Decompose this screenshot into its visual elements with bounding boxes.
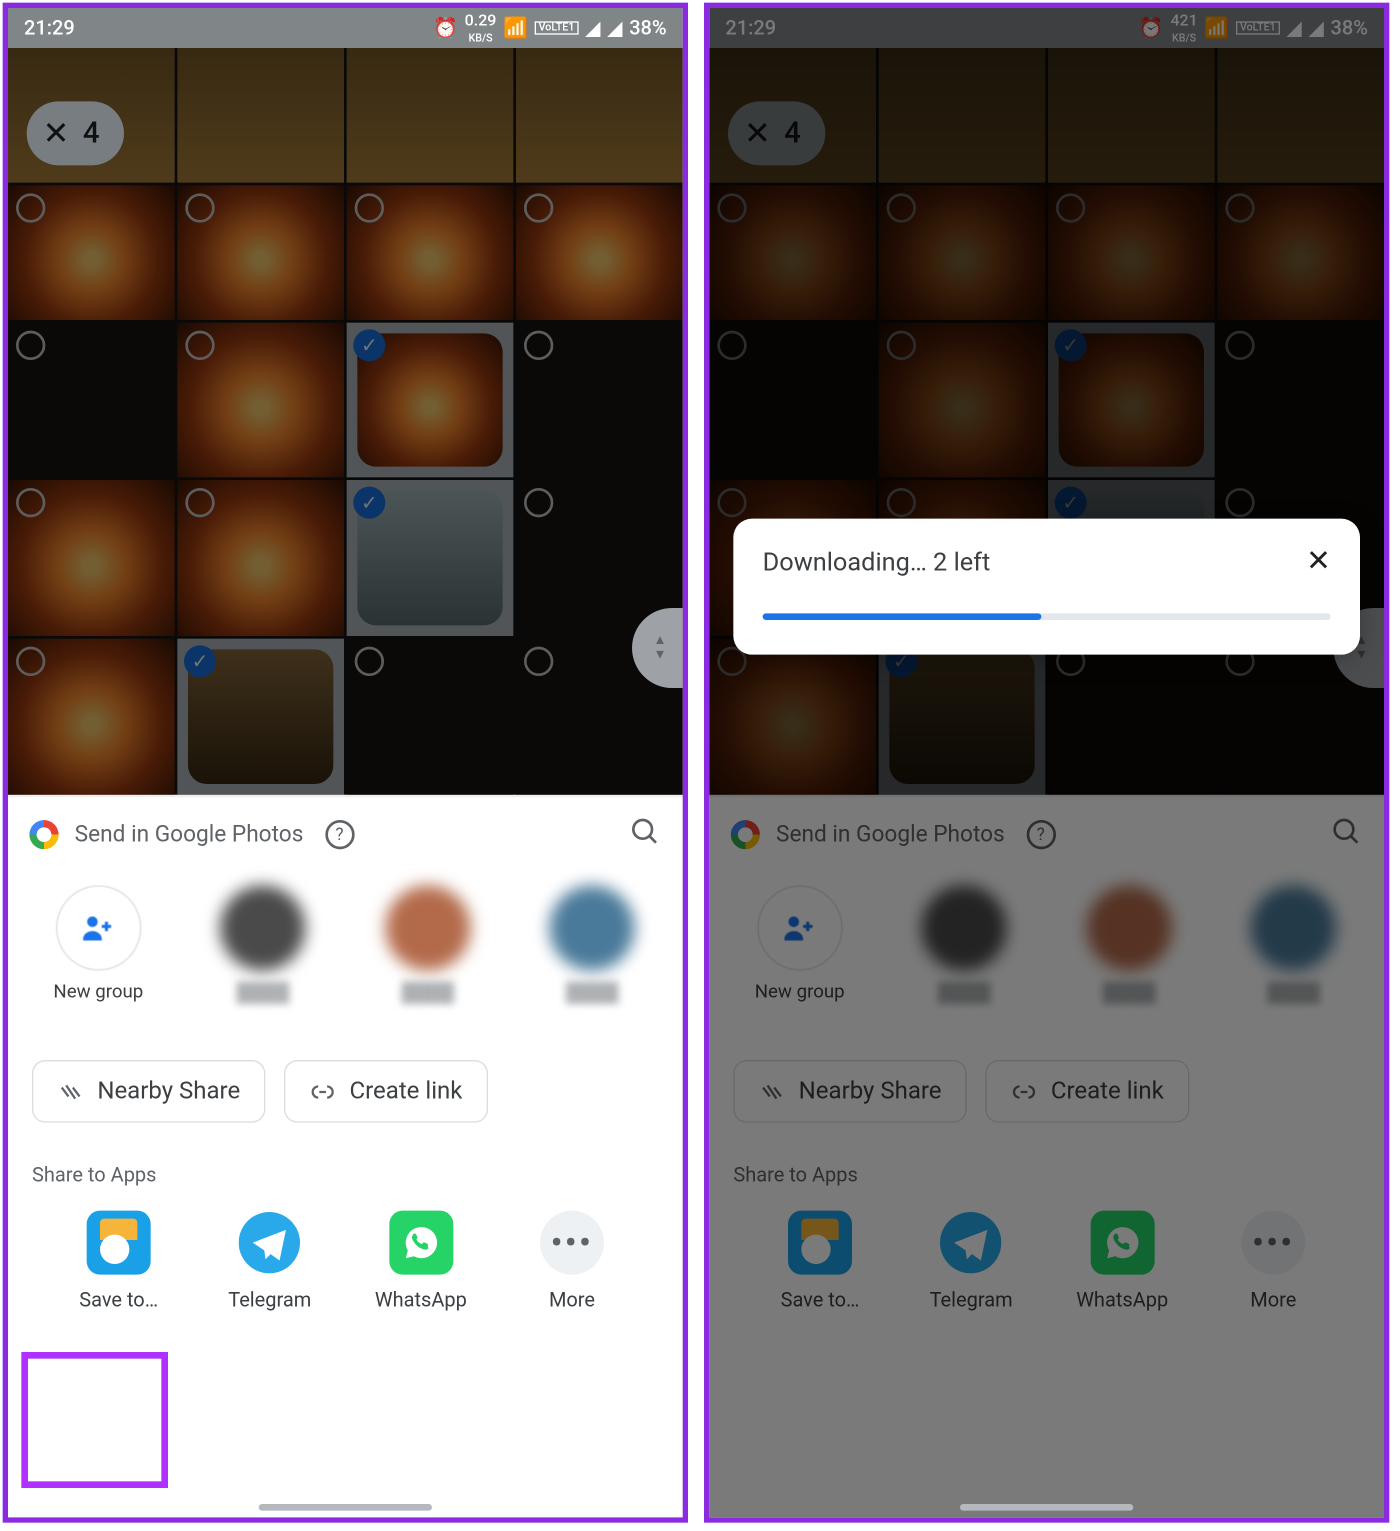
statusbar-time: 21:29 — [24, 16, 75, 40]
phone-left: 21:29 ⏰ 0.29KB/S 📶 VoLTE1 ◢ ◢ 38% ✓ — [3, 3, 688, 1523]
help-icon[interactable]: ? — [325, 820, 354, 849]
search-icon[interactable] — [629, 816, 661, 853]
volte-badge: VoLTE1 — [535, 21, 579, 34]
photo-grid-area: ✓ ✓ ✓ ✕ 4 ▲▼ — [8, 48, 683, 795]
share-apps-title: Share to Apps — [32, 1163, 659, 1187]
contact-item[interactable]: ████ — [197, 885, 330, 1004]
create-link-label: Create link — [350, 1077, 463, 1105]
home-indicator[interactable] — [259, 1504, 432, 1511]
modal-backdrop — [709, 8, 1384, 1517]
net-speed: 0.29KB/S — [465, 12, 497, 44]
nearby-share-label: Nearby Share — [97, 1077, 240, 1105]
progress-bar — [763, 613, 1331, 620]
phone-right: 21:29 ⏰ 421KB/S 📶 VoLTE1 ◢ ◢ 38% ✓ ✓ ✓ ✕… — [704, 3, 1389, 1523]
share-sheet: Send in Google Photos ? New group ████ █… — [8, 797, 683, 1517]
contacts-row: New group ████ ████ ████ — [8, 872, 683, 1004]
download-text: Downloading… 2 left — [763, 547, 991, 578]
close-icon[interactable]: ✕ — [43, 115, 70, 152]
selection-count: 4 — [83, 117, 100, 150]
action-buttons-row: Nearby Share Create link — [8, 1004, 683, 1141]
wifi-icon: 📶 — [503, 16, 528, 40]
statusbar-right: ⏰ 0.29KB/S 📶 VoLTE1 ◢ ◢ 38% — [433, 12, 667, 44]
more-icon: ••• — [540, 1211, 604, 1275]
contact-item[interactable]: ████ — [526, 885, 659, 1004]
alarm-icon: ⏰ — [433, 16, 458, 40]
save-to-app[interactable]: Save to… — [45, 1211, 192, 1312]
battery-text: 38% — [629, 16, 666, 40]
whatsapp-app[interactable]: WhatsApp — [348, 1211, 495, 1312]
sheet-header: Send in Google Photos ? — [8, 797, 683, 872]
google-photos-icon — [29, 820, 58, 849]
share-apps-section: Share to Apps Save to… Telegram Whats — [8, 1141, 683, 1312]
signal-icon-2: ◢ — [607, 16, 622, 40]
nearby-share-button[interactable]: Nearby Share — [32, 1060, 266, 1123]
save-to-icon — [87, 1211, 151, 1275]
telegram-app[interactable]: Telegram — [196, 1211, 343, 1312]
telegram-icon — [238, 1211, 302, 1275]
signal-icon-1: ◢ — [585, 16, 600, 40]
progress-bar-fill — [763, 613, 1041, 620]
sheet-title: Send in Google Photos — [75, 821, 304, 848]
whatsapp-icon — [389, 1211, 453, 1275]
selection-chip[interactable]: ✕ 4 — [27, 101, 124, 165]
more-apps[interactable]: ••• More — [499, 1211, 646, 1312]
whatsapp-label: WhatsApp — [375, 1288, 467, 1312]
apps-row: Save to… Telegram WhatsApp ••• More — [32, 1211, 659, 1312]
new-group-icon — [56, 885, 141, 970]
more-label: More — [549, 1288, 595, 1312]
new-group-label: New group — [53, 981, 143, 1002]
telegram-label: Telegram — [228, 1288, 311, 1312]
save-to-label: Save to… — [79, 1288, 158, 1312]
create-link-button[interactable]: Create link — [284, 1060, 488, 1123]
contact-item[interactable]: ████ — [361, 885, 494, 1004]
close-icon[interactable]: ✕ — [1306, 545, 1331, 578]
status-bar: 21:29 ⏰ 0.29KB/S 📶 VoLTE1 ◢ ◢ 38% — [8, 8, 683, 48]
new-group-button[interactable]: New group — [32, 885, 165, 1002]
home-indicator[interactable] — [960, 1504, 1133, 1511]
download-dialog: Downloading… 2 left ✕ — [733, 519, 1360, 655]
